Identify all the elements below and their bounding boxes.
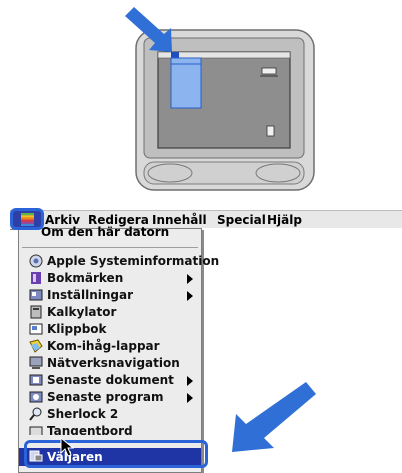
recent-documents-icon (29, 374, 43, 386)
keyboard-icon (29, 426, 43, 435)
menu-item-apple-systeminformation[interactable]: Apple Systeminformation (19, 253, 219, 270)
stickies-icon (29, 339, 43, 353)
submenu-arrow-icon (187, 393, 193, 403)
calculator-icon (30, 305, 42, 319)
menu-special[interactable]: Special (217, 211, 266, 229)
recent-apps-icon (29, 391, 43, 403)
bookmarks-icon (31, 272, 41, 284)
menu-hjalp[interactable]: Hjälp (267, 211, 302, 229)
menu-item-klippbok[interactable]: Klippbok (19, 321, 201, 338)
submenu-arrow-icon (187, 274, 193, 284)
menu-item-senaste-program[interactable]: Senaste program (19, 389, 201, 406)
scrapbook-icon (29, 323, 43, 335)
menu-item-kalkylator[interactable]: Kalkylator (19, 304, 201, 321)
menu-item-about[interactable]: Om den här datorn (19, 225, 201, 245)
menu-item-sherlock-2[interactable]: Sherlock 2 (19, 406, 201, 423)
mouse-cursor-icon (60, 437, 74, 457)
apple-system-info-icon (29, 254, 43, 268)
submenu-arrow-icon (187, 291, 193, 301)
pointer-arrow-bottom (232, 382, 316, 452)
chooser-highlight-outline (24, 440, 208, 468)
submenu-arrow-icon (187, 376, 193, 386)
menu-item-tangentbord[interactable]: Tangentbord (19, 423, 201, 435)
imac-illustration (125, 7, 315, 191)
sherlock-icon (29, 407, 42, 421)
apple-menu-dropdown: Om den här datorn Apple Systeminformatio… (18, 225, 219, 473)
menu-divider (22, 247, 198, 248)
menu-item-kom-ihag-lappar[interactable]: Kom-ihåg-lappar (19, 338, 201, 355)
network-browser-icon (29, 356, 43, 369)
menu-item-installningar[interactable]: Inställningar (19, 287, 201, 304)
menu-item-senaste-dokument[interactable]: Senaste dokument (19, 372, 201, 389)
menu-item-bokmarken[interactable]: Bokmärken (19, 270, 201, 287)
apple-menu-highlight-outline (10, 208, 44, 230)
menu-item-natverksnavigation[interactable]: Nätverksnavigation (19, 355, 201, 372)
control-panels-icon (29, 289, 43, 301)
